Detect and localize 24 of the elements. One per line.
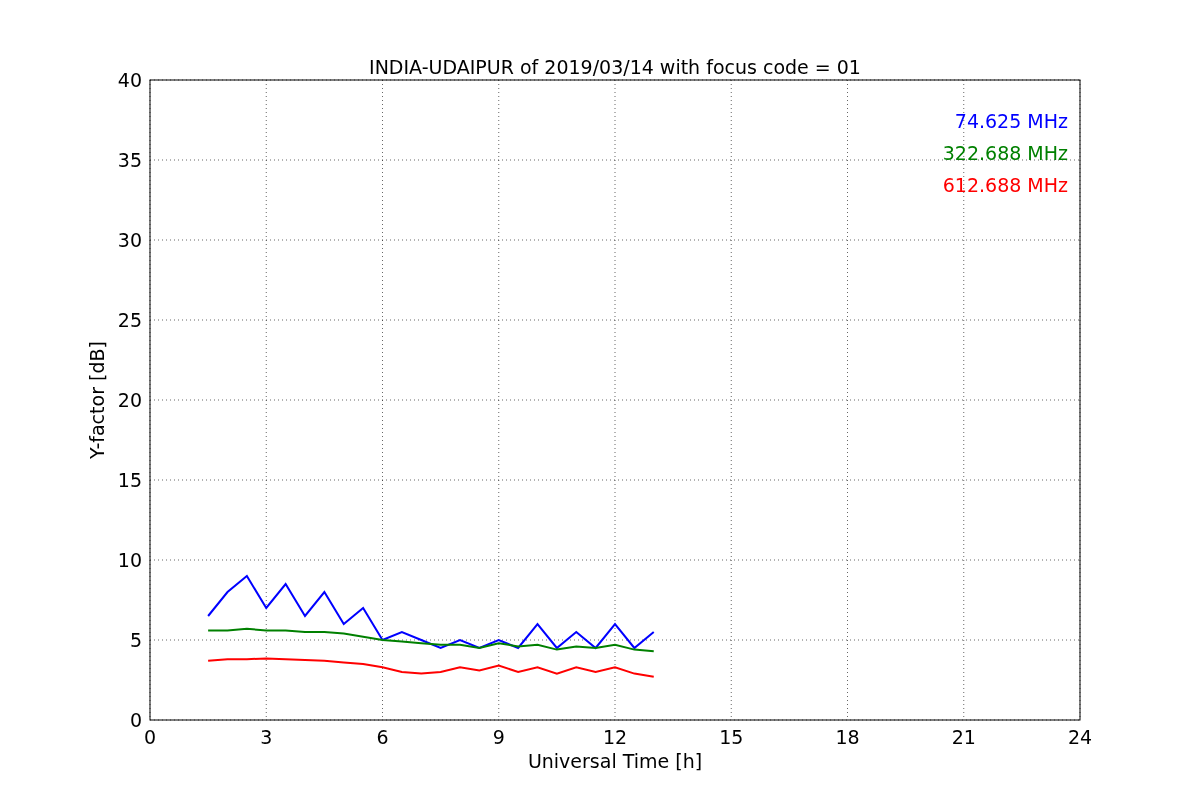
x-tick-label: 24: [1067, 726, 1093, 748]
legend-label: 612.688 MHz: [942, 174, 1068, 196]
x-tick-label: 18: [835, 726, 860, 748]
x-tick-label: 15: [719, 726, 744, 748]
x-tick-label: 12: [602, 726, 628, 748]
y-tick-label: 40: [117, 69, 142, 91]
x-tick-label: 6: [376, 726, 389, 748]
y-tick-label: 15: [117, 469, 142, 491]
x-tick-label: 3: [260, 726, 273, 748]
x-tick-label: 21: [951, 726, 976, 748]
chart-title: INDIA-UDAIPUR of 2019/03/14 with focus code = 01: [369, 56, 861, 78]
y-axis-label: Y-factor [dB]: [86, 341, 108, 459]
y-tick-label: 0: [129, 709, 142, 731]
x-tick-label: 0: [143, 726, 157, 748]
legend-label: 74.625 MHz: [954, 110, 1068, 132]
y-tick-label: 5: [129, 629, 142, 651]
legend-label: 322.688 MHz: [942, 142, 1068, 164]
x-axis-label: Universal Time [h]: [527, 750, 703, 772]
y-tick-label: 10: [117, 549, 142, 571]
x-tick-label: 9: [492, 726, 505, 748]
y-tick-label: 35: [117, 149, 142, 171]
y-tick-label: 30: [117, 229, 142, 251]
y-tick-label: 25: [117, 309, 142, 331]
y-tick-label: 20: [117, 389, 142, 411]
